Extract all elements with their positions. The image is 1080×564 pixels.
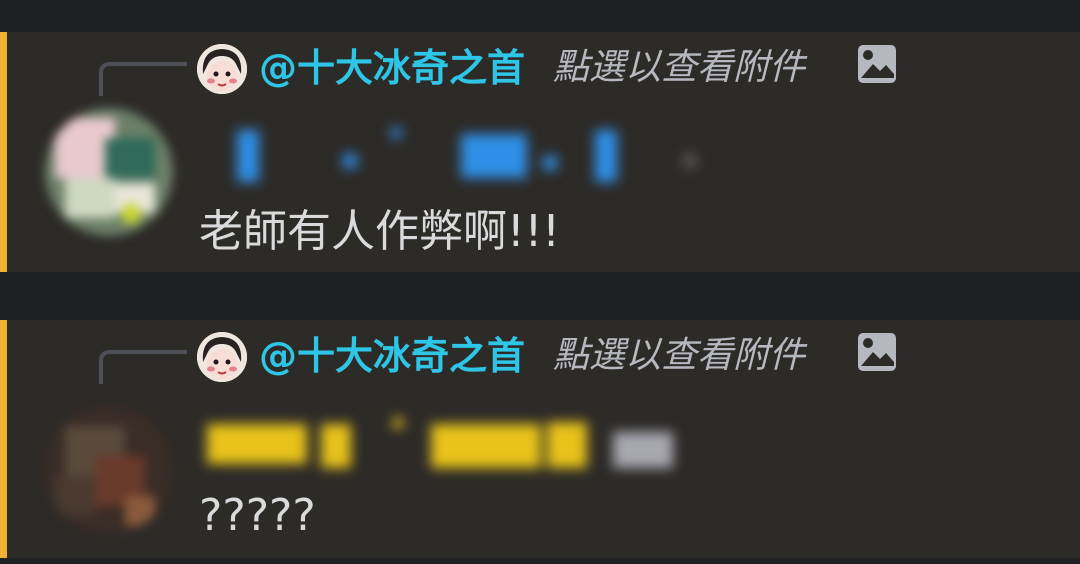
reply-author-name[interactable]: @十大冰奇之首 xyxy=(259,328,525,384)
reply-connector xyxy=(99,350,187,384)
author-avatar[interactable] xyxy=(45,108,173,236)
reply-author-avatar[interactable] xyxy=(197,44,247,94)
image-icon xyxy=(858,333,896,371)
author-name-redacted[interactable] xyxy=(203,124,723,184)
image-icon xyxy=(858,45,896,83)
message-item[interactable]: @十大冰奇之首 點選以查看附件 ????? xyxy=(0,320,1080,558)
reply-author-avatar[interactable] xyxy=(197,332,247,382)
bottom-divider xyxy=(0,558,1080,564)
message-divider xyxy=(0,272,1080,320)
reply-connector xyxy=(99,62,187,96)
author-name-redacted[interactable] xyxy=(203,412,703,472)
message-text: ????? xyxy=(199,490,316,541)
message-text: 老師有人作弊啊!!! xyxy=(199,206,560,257)
message-item[interactable]: @十大冰奇之首 點選以查看附件 老師有人作弊啊!!! xyxy=(0,32,1080,272)
author-avatar[interactable] xyxy=(45,406,173,534)
reply-author-name[interactable]: @十大冰奇之首 xyxy=(259,40,525,96)
reply-attachment-hint[interactable]: 點選以查看附件 xyxy=(553,328,805,384)
top-divider xyxy=(0,0,1080,32)
reply-attachment-hint[interactable]: 點選以查看附件 xyxy=(553,40,805,96)
